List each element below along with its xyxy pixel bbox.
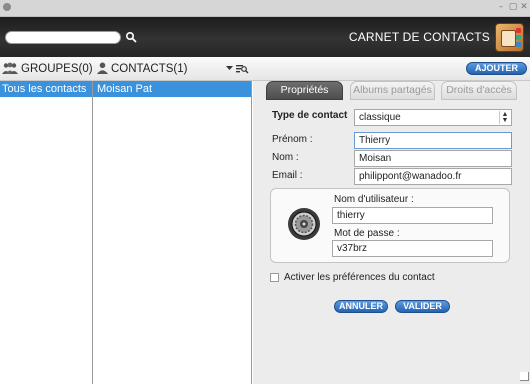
password-label: Mot de passe : [334, 228, 400, 239]
email-label: Email : [272, 170, 303, 181]
groups-header[interactable]: GROUPES(0) [2, 62, 93, 75]
minimize-button[interactable]: – [496, 1, 506, 13]
group-people-icon [2, 62, 18, 74]
tab-access-rights[interactable]: Droits d'accès [441, 81, 517, 100]
search-input[interactable] [5, 31, 121, 44]
contact-type-label: Type de contact [272, 110, 348, 121]
contact-details-panel: Propriétés Albums partagés Droits d'accè… [253, 81, 530, 384]
contacts-header[interactable]: CONTACTS(1) [97, 62, 187, 75]
search-icon[interactable] [125, 31, 137, 43]
tab-properties[interactable]: Propriétés [266, 81, 343, 100]
contact-type-select[interactable]: classique ▲ ▼ [354, 109, 512, 126]
validate-button[interactable]: VALIDER [395, 300, 450, 313]
contact-item[interactable]: Moisan Pat [93, 81, 251, 97]
email-field[interactable]: philippont@wanadoo.fr [354, 168, 512, 185]
last-name-label: Nom : [272, 152, 299, 163]
sort-filter-icon[interactable] [225, 63, 249, 75]
add-contact-button[interactable]: AJOUTER [466, 62, 527, 75]
maximize-button[interactable]: ▢ [508, 1, 518, 13]
first-name-field[interactable]: Thierry [354, 132, 512, 149]
enable-prefs-label: Activer les préférences du contact [284, 272, 435, 283]
close-button[interactable]: ✕ [519, 1, 529, 13]
groups-list: Tous les contacts [0, 81, 93, 384]
login-credentials-box: Nom d'utilisateur : thierry Mot de passe… [270, 188, 510, 263]
contact-type-value: classique [359, 112, 401, 123]
contacts-book-icon [495, 23, 524, 52]
groups-label: GROUPES(0) [21, 63, 93, 75]
last-name-field[interactable]: Moisan [354, 150, 512, 167]
enable-prefs-checkbox[interactable] [270, 273, 279, 282]
safe-lock-icon [288, 208, 320, 240]
contacts-list: Moisan Pat [93, 81, 252, 384]
tab-shared-albums[interactable]: Albums partagés [350, 81, 435, 100]
username-field[interactable]: thierry [332, 207, 493, 224]
contacts-label: CONTACTS(1) [111, 63, 188, 75]
password-field[interactable]: v37brz [332, 240, 493, 257]
first-name-label: Prénom : [272, 134, 313, 145]
select-arrows-icon: ▲ ▼ [499, 111, 510, 124]
group-item-all[interactable]: Tous les contacts [0, 81, 92, 97]
resize-grip[interactable] [520, 372, 529, 381]
details-tabs: Propriétés Albums partagés Droits d'accè… [253, 81, 530, 101]
app-title: CARNET DE CONTACTS [348, 30, 490, 44]
username-label: Nom d'utilisateur : [334, 194, 414, 205]
cancel-button[interactable]: ANNULER [334, 300, 388, 313]
person-icon [97, 62, 108, 74]
toolbar: GROUPES(0) CONTACTS(1) AJOUTER [0, 57, 530, 81]
window-titlebar: – ▢ ✕ [0, 0, 530, 17]
app-header: CARNET DE CONTACTS [0, 17, 530, 57]
app-menu-icon[interactable] [3, 3, 11, 11]
